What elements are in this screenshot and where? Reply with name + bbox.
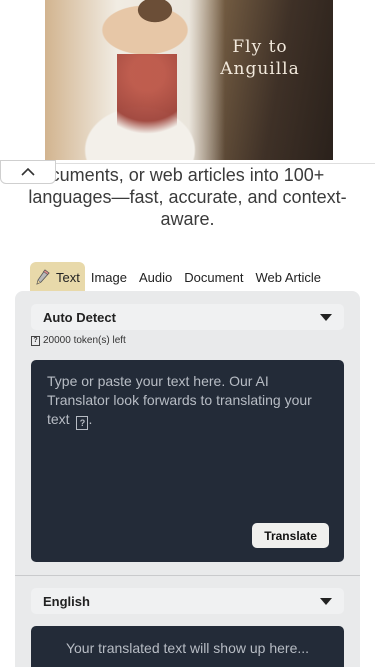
panel-divider	[15, 575, 360, 576]
collapse-ad-button[interactable]	[0, 160, 56, 184]
token-counter-text: 20000 token(s) left	[43, 335, 126, 346]
ad-caption-line2: Anguilla	[220, 59, 300, 79]
token-counter: ? 20000 token(s) left	[31, 335, 126, 346]
dropdown-arrow-icon	[320, 313, 332, 321]
source-language-select[interactable]: Auto Detect	[31, 304, 344, 330]
ad-caption: Fly to Anguilla	[205, 36, 315, 80]
chevron-up-icon	[21, 168, 35, 176]
tab-image[interactable]: Image	[85, 262, 133, 292]
unknown-glyph-icon: ?	[31, 335, 40, 346]
tab-web-article[interactable]: Web Article	[249, 262, 327, 292]
translate-button[interactable]: Translate	[252, 523, 329, 548]
hero-description: cuments, or web articles into 100+ langu…	[28, 165, 347, 229]
unknown-glyph-icon: ?	[76, 416, 89, 430]
dropdown-arrow-icon	[320, 597, 332, 605]
input-type-tabs: Text Image Audio Document Web Article	[30, 262, 327, 292]
tab-text[interactable]: Text	[30, 262, 85, 292]
source-text-input[interactable]: Type or paste your text here. Our AI Tra…	[31, 360, 344, 562]
source-text-placeholder: Type or paste your text here. Our AI Tra…	[47, 372, 327, 430]
tab-text-label: Text	[56, 269, 80, 285]
ad-photo-necklace	[117, 54, 177, 154]
tab-document[interactable]: Document	[178, 262, 249, 292]
target-language-value: English	[43, 593, 90, 609]
translated-text-output: Your translated text will show up here..…	[31, 626, 344, 667]
source-language-value: Auto Detect	[43, 309, 116, 325]
pencil-icon	[36, 269, 50, 285]
translated-text-placeholder: Your translated text will show up here..…	[65, 640, 310, 656]
translator-panel: Auto Detect ? 20000 token(s) left Type o…	[15, 291, 360, 667]
placeholder-period: .	[88, 411, 93, 427]
ad-caption-line1: Fly to	[232, 37, 288, 57]
tab-audio[interactable]: Audio	[133, 262, 178, 292]
ad-banner-image[interactable]: Fly to Anguilla	[45, 0, 333, 160]
target-language-select[interactable]: English	[31, 588, 344, 614]
